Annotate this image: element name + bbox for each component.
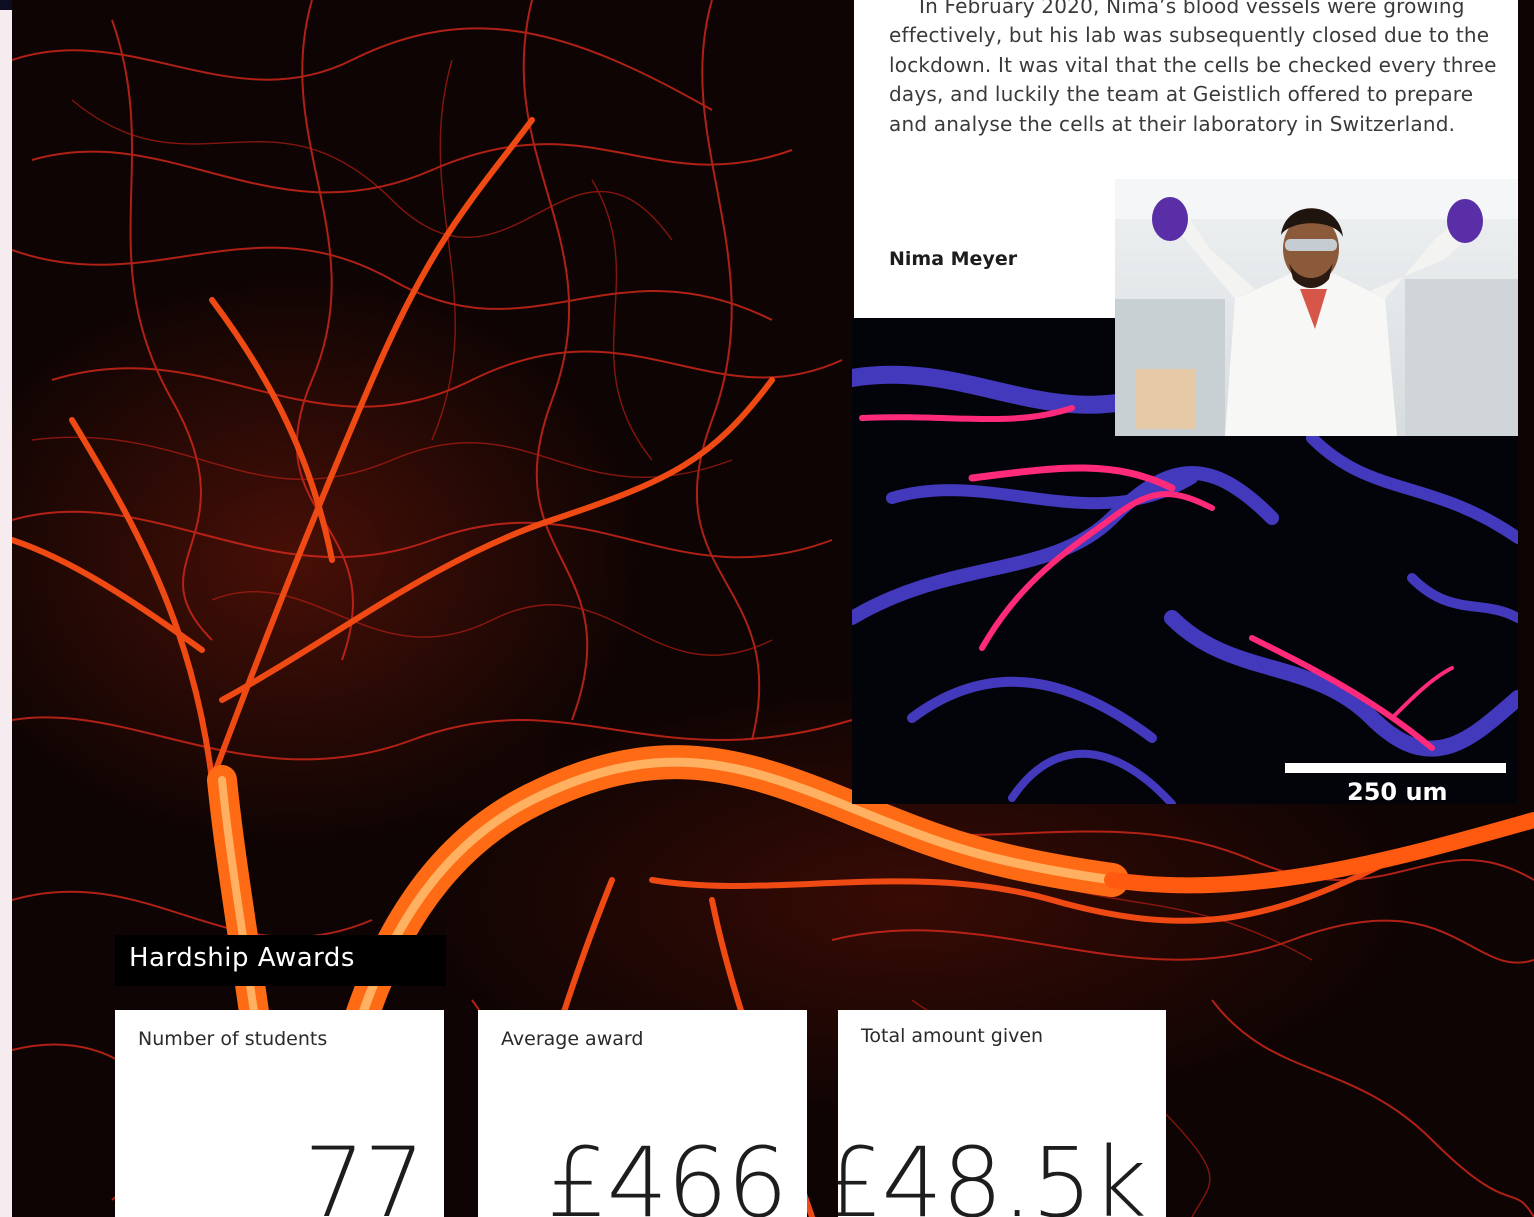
stat-card-average-award: Average award £466 [478, 1010, 807, 1217]
stat-label: Average award [501, 1028, 644, 1050]
researcher-photo-graphic [1115, 179, 1518, 436]
stat-label: Number of students [138, 1028, 328, 1050]
stat-card-number-of-students: Number of students 77 [115, 1010, 444, 1217]
stat-value: 77 [303, 1127, 425, 1217]
hardship-awards-heading: Hardship Awards [115, 935, 446, 986]
corner-mark [0, 0, 12, 10]
article-paragraph: In February 2020, Nima’s blood vessels w… [889, 0, 1497, 136]
stat-value: £48.5k [838, 1127, 1147, 1217]
researcher-photo [1115, 179, 1518, 436]
scale-bar [1285, 763, 1506, 773]
stat-card-total-amount-given: Total amount given £48.5k [838, 1010, 1166, 1217]
photo-caption-name: Nima Meyer [889, 248, 1018, 270]
stat-value: £466 [546, 1127, 788, 1217]
stat-label: Total amount given [861, 1025, 1044, 1047]
page-edge-strip [0, 0, 12, 1217]
scale-bar-label: 250 um [1347, 778, 1448, 806]
